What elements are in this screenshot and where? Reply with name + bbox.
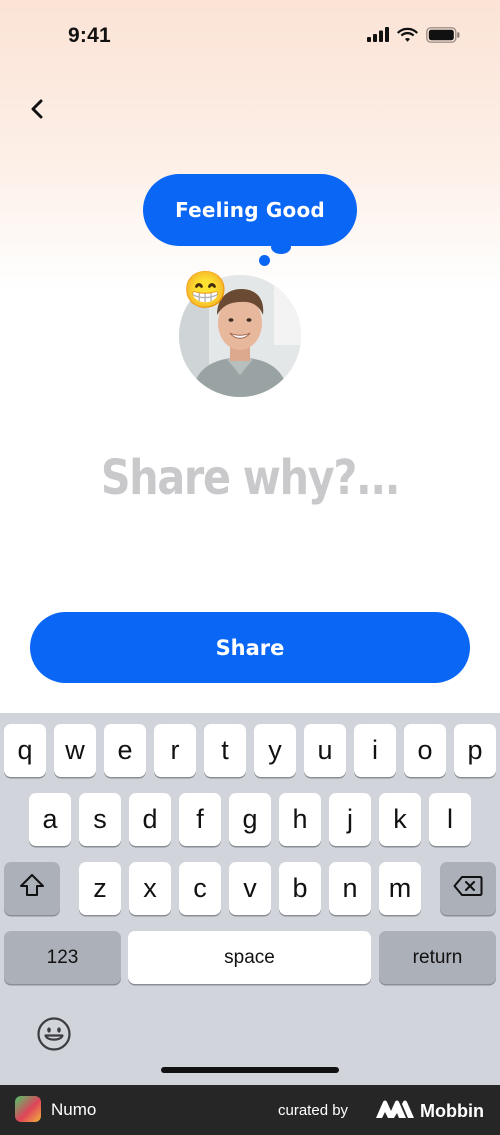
mobbin-logo: Mobbin <box>376 1100 484 1123</box>
app-icon <box>15 1096 41 1122</box>
return-key[interactable]: return <box>379 931 496 984</box>
backspace-key[interactable] <box>440 862 496 915</box>
key-v[interactable]: v <box>229 862 271 915</box>
chevron-left-icon <box>30 99 44 124</box>
key-d[interactable]: d <box>129 793 171 846</box>
key-z[interactable]: z <box>79 862 121 915</box>
key-f[interactable]: f <box>179 793 221 846</box>
key-x[interactable]: x <box>129 862 171 915</box>
key-m[interactable]: m <box>379 862 421 915</box>
key-e[interactable]: e <box>104 724 146 777</box>
mood-bubble[interactable]: Feeling Good <box>143 174 357 246</box>
shift-icon <box>19 873 45 904</box>
status-time: 9:41 <box>68 24 111 47</box>
key-w[interactable]: w <box>54 724 96 777</box>
mobbin-logo-icon <box>376 1100 414 1123</box>
share-why-input[interactable]: Share why?... <box>35 450 465 506</box>
key-k[interactable]: k <box>379 793 421 846</box>
key-l[interactable]: l <box>429 793 471 846</box>
key-t[interactable]: t <box>204 724 246 777</box>
backspace-icon <box>453 873 483 904</box>
back-button[interactable] <box>22 96 52 126</box>
numbers-key[interactable]: 123 <box>4 931 121 984</box>
app-name: Numo <box>51 1100 97 1119</box>
emoji-icon <box>36 1017 72 1056</box>
mood-emoji: 😁 <box>183 269 228 310</box>
key-b[interactable]: b <box>279 862 321 915</box>
key-p[interactable]: p <box>454 724 496 777</box>
battery-icon <box>426 26 460 48</box>
emoji-keyboard-button[interactable] <box>36 1016 72 1052</box>
key-h[interactable]: h <box>279 793 321 846</box>
status-icons <box>367 26 460 48</box>
share-button[interactable]: Share <box>30 612 470 683</box>
key-u[interactable]: u <box>304 724 346 777</box>
thought-dot-small <box>259 255 270 266</box>
wifi-icon <box>397 27 418 47</box>
key-n[interactable]: n <box>329 862 371 915</box>
key-q[interactable]: q <box>4 724 46 777</box>
key-a[interactable]: a <box>29 793 71 846</box>
key-o[interactable]: o <box>404 724 446 777</box>
key-y[interactable]: y <box>254 724 296 777</box>
home-indicator <box>161 1067 339 1073</box>
thought-dot-large <box>271 240 291 254</box>
key-g[interactable]: g <box>229 793 271 846</box>
brand-name: Mobbin <box>420 1101 484 1121</box>
cellular-signal-icon <box>367 27 389 47</box>
screen: 9:41 Feeling Good 😁 Share why?... Share … <box>0 0 500 1085</box>
key-j[interactable]: j <box>329 793 371 846</box>
key-i[interactable]: i <box>354 724 396 777</box>
key-c[interactable]: c <box>179 862 221 915</box>
shift-key[interactable] <box>4 862 60 915</box>
status-bar: 9:41 <box>0 0 500 74</box>
curated-by-label: curated by <box>278 1102 349 1119</box>
key-r[interactable]: r <box>154 724 196 777</box>
space-key[interactable]: space <box>128 931 371 984</box>
key-s[interactable]: s <box>79 793 121 846</box>
keyboard: q w e r t y u i o p a s d f g h j k l z … <box>0 713 500 1085</box>
